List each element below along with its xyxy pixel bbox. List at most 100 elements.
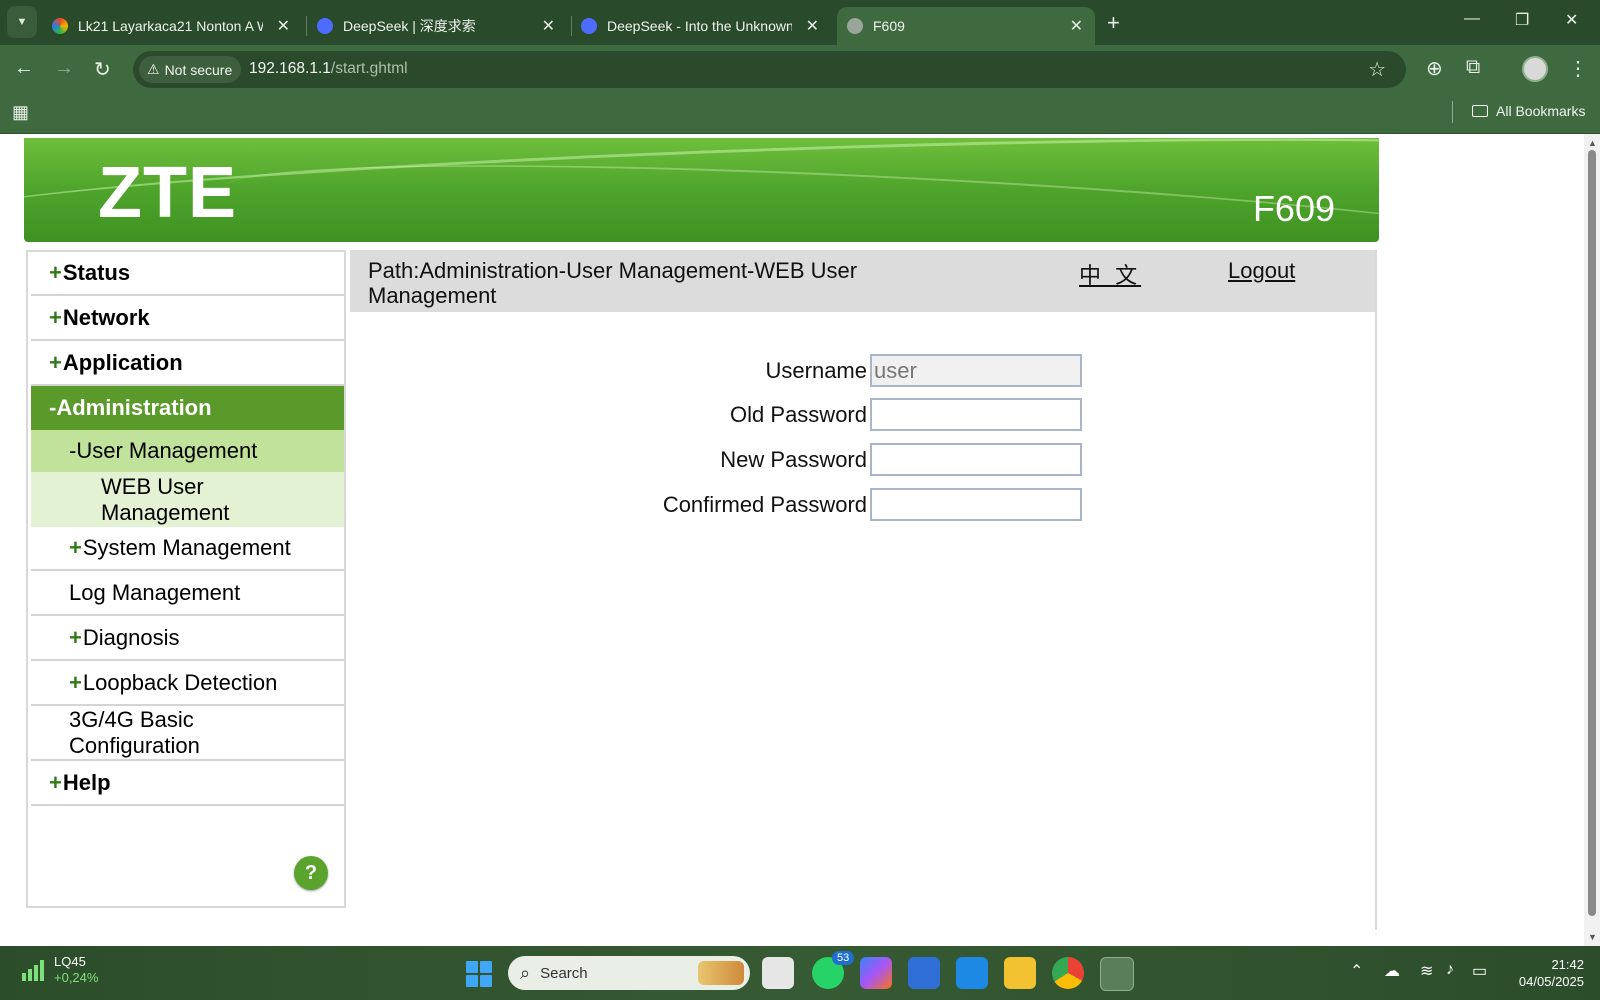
- tab-deepseek[interactable]: DeepSeek - Into the Unknown ✕: [571, 7, 831, 45]
- sidebar-item-user-management[interactable]: - User Management: [31, 430, 344, 472]
- onedrive-cloud-icon[interactable]: ☁: [1384, 961, 1400, 981]
- search-placeholder: Search: [540, 964, 588, 982]
- clock-time: 21:42: [1551, 957, 1584, 972]
- sidebar-item-administration[interactable]: - Administration: [31, 386, 344, 430]
- wifi-icon[interactable]: ≋: [1420, 961, 1433, 981]
- close-window-icon[interactable]: ✕: [1565, 10, 1578, 30]
- sidebar-item-web-user-management[interactable]: WEB User Management: [31, 472, 344, 527]
- sidebar-item-system-management[interactable]: + System Management: [31, 527, 344, 571]
- collapse-minus-icon: -: [69, 438, 77, 463]
- profile-avatar[interactable]: [1522, 56, 1548, 82]
- chinese-language-link[interactable]: 中 文: [1079, 258, 1141, 290]
- tab-title: DeepSeek | 深度求索: [343, 18, 476, 34]
- chrome-icon[interactable]: [1052, 957, 1084, 989]
- new-password-field[interactable]: [870, 443, 1082, 476]
- deepseek-whale-icon: [317, 18, 333, 34]
- expand-plus-icon: +: [49, 349, 62, 375]
- page-scrollbar[interactable]: ▲ ▼: [1584, 134, 1600, 946]
- chevron-down-icon: ▼: [16, 16, 28, 28]
- zte-header-banner: ZTE F609: [24, 138, 1379, 242]
- tab-f609[interactable]: F609 ✕: [837, 7, 1095, 45]
- menu-label: Diagnosis: [82, 624, 180, 650]
- collapse-minus-icon: -: [49, 395, 57, 420]
- forward-arrow-icon[interactable]: →: [54, 57, 74, 80]
- menu-label: Log Management: [69, 579, 241, 605]
- stock-widget[interactable]: LQ45 +0,24%: [20, 954, 98, 986]
- browser-toolbar: ← → ↻ ⚠ Not secure 192.168.1.1/start.ght…: [0, 45, 1600, 93]
- tab-title: F609: [873, 18, 905, 34]
- url-text[interactable]: 192.168.1.1/start.ghtml: [249, 60, 408, 78]
- tab-lk21[interactable]: Lk21 Layarkaca21 Nonton A Wo ✕: [42, 7, 302, 45]
- task-view-icon[interactable]: [762, 957, 794, 989]
- sidebar-item-diagnosis[interactable]: + Diagnosis: [31, 616, 344, 661]
- sidebar-item-log-management[interactable]: Log Management: [31, 571, 344, 616]
- new-password-label: New Password: [720, 447, 867, 472]
- logout-link[interactable]: Logout: [1228, 258, 1295, 284]
- url-host: 192.168.1.1: [249, 60, 331, 77]
- windows-start-icon[interactable]: [466, 961, 492, 987]
- back-arrow-icon[interactable]: ←: [14, 57, 34, 80]
- bookmarks-separator: [1452, 101, 1453, 123]
- page-viewport: ZTE F609 + Status + Network + Application -…: [0, 134, 1584, 946]
- bookmark-star-icon[interactable]: ☆: [1368, 57, 1386, 82]
- confirmed-password-field[interactable]: [870, 488, 1082, 521]
- all-bookmarks-button[interactable]: All Bookmarks: [1472, 103, 1585, 119]
- confirmed-password-label: Confirmed Password: [662, 492, 867, 517]
- reload-icon[interactable]: ↻: [94, 57, 111, 82]
- sidebar-item-network[interactable]: + Network: [31, 296, 344, 341]
- stock-change: +0,24%: [54, 970, 99, 985]
- sidebar-item-application[interactable]: + Application: [31, 341, 344, 386]
- username-field[interactable]: [870, 354, 1082, 387]
- extensions-puzzle-icon[interactable]: ⧉: [1466, 56, 1480, 79]
- menu-label: User Management: [76, 438, 258, 463]
- sidebar-item-loopback-detection[interactable]: + Loopback Detection: [31, 661, 344, 706]
- whatsapp-icon[interactable]: 53: [812, 951, 855, 989]
- expand-plus-icon: +: [49, 260, 62, 285]
- windows-taskbar: LQ45 +0,24% ⌕ Search 53 ⌃ ☁ ≋ ♪ ▭ 21:42 …: [0, 946, 1600, 1000]
- tab-search-button[interactable]: ▼: [7, 6, 37, 38]
- menu-label: Administration: [56, 395, 212, 420]
- sidebar-item-help[interactable]: + Help: [31, 761, 344, 806]
- confirmed-password-row: Confirmed Password: [350, 488, 1375, 522]
- deepseek-whale-icon: [581, 18, 597, 34]
- microsoft-store-icon[interactable]: [908, 957, 940, 989]
- security-chip[interactable]: ⚠ Not secure: [139, 56, 242, 83]
- file-explorer-icon[interactable]: [1004, 957, 1036, 989]
- tab-deepseek-cn[interactable]: DeepSeek | 深度求索 ✕: [307, 7, 567, 45]
- search-icon: ⌕: [520, 962, 531, 983]
- sidebar-item-status[interactable]: + Status: [31, 252, 344, 296]
- close-tab-icon[interactable]: ✕: [277, 16, 290, 36]
- close-tab-icon[interactable]: ✕: [1070, 16, 1083, 36]
- browser-tab-bar: ▼ Lk21 Layarkaca21 Nonton A Wo ✕ DeepSee…: [0, 0, 1600, 45]
- expand-plus-icon: +: [69, 624, 82, 650]
- scroll-thumb[interactable]: [1588, 150, 1596, 916]
- sidebar-menu: + Status + Network + Application - Administr…: [26, 250, 346, 908]
- show-hidden-icons-chevron-icon[interactable]: ⌃: [1350, 961, 1363, 981]
- help-question-icon[interactable]: ?: [294, 856, 328, 890]
- menu-label: Help: [62, 769, 111, 795]
- sidebar-item-3g4g-basic-configuration[interactable]: 3G/4G Basic Configuration: [31, 706, 344, 761]
- close-tab-icon[interactable]: ✕: [806, 16, 819, 36]
- vscode-icon[interactable]: [956, 957, 988, 989]
- battery-icon[interactable]: ▭: [1472, 961, 1487, 981]
- copilot-icon[interactable]: [860, 957, 892, 989]
- chrome-profile-icon[interactable]: [1100, 957, 1134, 991]
- close-tab-icon[interactable]: ✕: [542, 16, 555, 36]
- scroll-down-arrow-icon[interactable]: ▼: [1588, 932, 1597, 942]
- menu-label: Configuration: [69, 732, 200, 758]
- taskbar-search[interactable]: ⌕ Search: [508, 956, 750, 990]
- system-clock[interactable]: 21:42 04/05/2025: [1500, 956, 1584, 990]
- more-menu-icon[interactable]: ⋮: [1568, 56, 1588, 81]
- restore-icon[interactable]: ❐: [1515, 10, 1529, 30]
- address-bar[interactable]: ⚠ Not secure 192.168.1.1/start.ghtml ☆: [133, 51, 1406, 88]
- apps-grid-icon[interactable]: ▦: [12, 102, 29, 123]
- add-extension-icon[interactable]: ⊕: [1426, 56, 1443, 81]
- url-path: /start.ghtml: [330, 60, 408, 77]
- scroll-up-arrow-icon[interactable]: ▲: [1588, 138, 1597, 148]
- all-bookmarks-label: All Bookmarks: [1496, 103, 1586, 119]
- expand-plus-icon: +: [69, 535, 82, 560]
- minimize-icon[interactable]: —: [1464, 10, 1480, 28]
- new-tab-plus-icon[interactable]: +: [1107, 10, 1120, 36]
- old-password-field[interactable]: [870, 398, 1082, 431]
- volume-icon[interactable]: ♪: [1446, 961, 1454, 979]
